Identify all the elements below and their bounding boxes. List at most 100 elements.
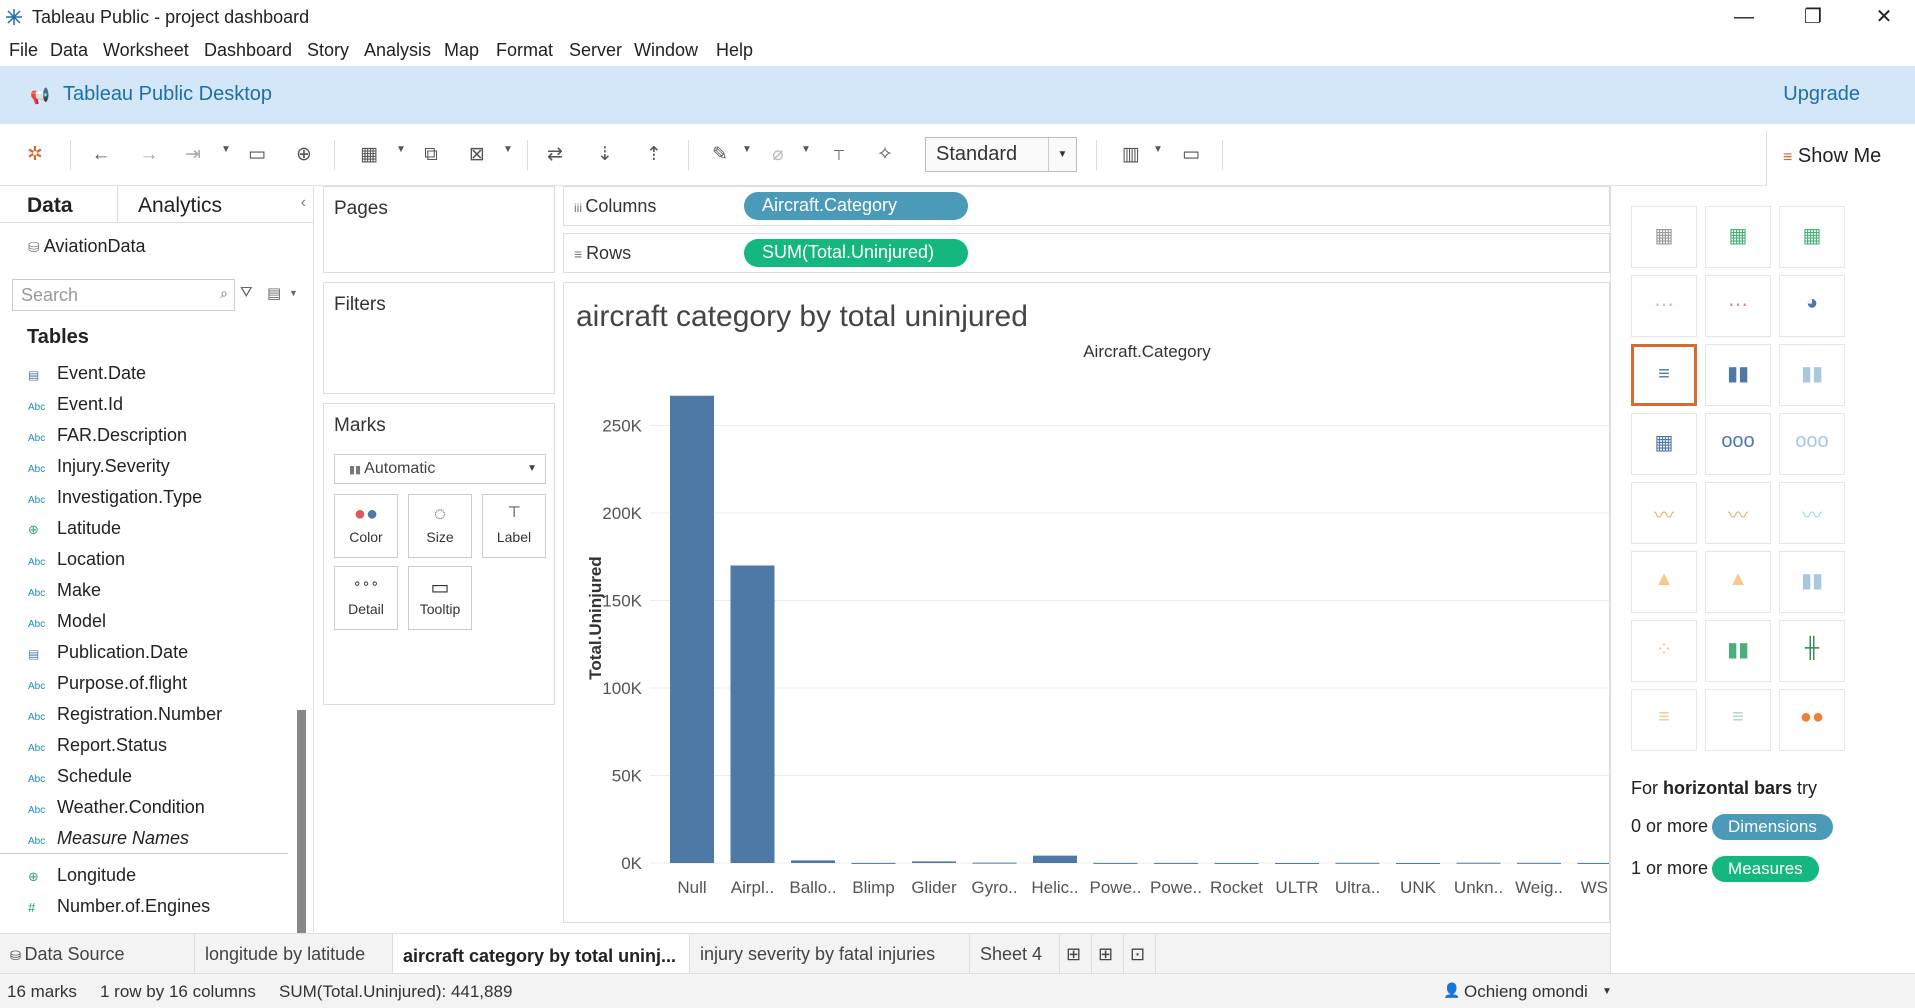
chevron-down-icon[interactable]: ▼ [801,144,811,155]
chart-type-stacked-bars[interactable]: ▮▮ [1705,344,1771,406]
rows-shelf[interactable]: ≡ Rows SUM(Total.Uninjured) [563,233,1610,273]
field-item[interactable]: Abc Registration.Number [28,704,222,732]
chart-type-bullet-graph[interactable]: ≡ [1705,689,1771,751]
chart-type-treemap[interactable]: ▦ [1631,413,1697,475]
field-item[interactable]: ⊕ Latitude [28,518,121,546]
fit-select[interactable]: Standard ▼ [925,137,1077,172]
highlight-icon[interactable]: ✎ [707,142,733,168]
menu-file[interactable]: File [9,40,38,61]
sort-descending-icon[interactable]: ⇡ [641,142,667,168]
tab-injury-severity[interactable]: injury severity by fatal injuries [690,934,970,974]
field-item[interactable]: Abc Schedule [28,766,132,794]
field-item[interactable]: Abc Weather.Condition [28,797,205,825]
chevron-down-icon[interactable]: ▼ [1602,986,1612,997]
undo-icon[interactable]: ← [88,142,114,168]
new-story-icon[interactable]: ⊡ [1124,934,1156,974]
swap-icon[interactable]: ⇄ [542,142,568,168]
duplicate-sheet-icon[interactable]: ⧉ [418,142,444,168]
datasource-item[interactable]: ⛁ AviationData [28,236,145,257]
field-item[interactable]: Abc FAR.Description [28,425,187,453]
restore-icon[interactable]: ❐ [1793,4,1833,30]
presentation-icon[interactable]: ▭ [1178,142,1204,168]
label-button[interactable]: ⊤ Label [482,494,546,558]
view-options-icon[interactable]: ▤ [267,284,281,302]
field-item[interactable]: Abc Location [28,549,125,577]
size-button[interactable]: ◌ Size [408,494,472,558]
chart-type-dual-combination[interactable]: ▮▮ [1779,551,1845,613]
color-button[interactable]: ●● Color [334,494,398,558]
field-item[interactable]: # Number.of.Engines [28,896,210,924]
field-item[interactable]: ▤ Event.Date [28,363,146,391]
chart-type-continuous-lines[interactable]: 〰 [1631,482,1697,544]
group-icon[interactable]: ⌀ [765,142,791,168]
chart-type-scatter-plot[interactable]: ⁘ [1631,620,1697,682]
chart-type-histogram[interactable]: ▮▮ [1705,620,1771,682]
tab-analytics[interactable]: Analytics [138,194,222,218]
chevron-down-icon[interactable]: ▼ [503,144,513,155]
show-labels-icon[interactable]: ⊤ [826,142,852,168]
chart-type-box-whisker[interactable]: ╫ [1779,620,1845,682]
menu-format[interactable]: Format [496,40,553,61]
tab-sheet-4[interactable]: Sheet 4 [970,934,1060,974]
sort-ascending-icon[interactable]: ⇣ [592,142,618,168]
chart-type-area-continuous[interactable]: ▲ [1631,551,1697,613]
detail-button[interactable]: ∘∘∘ Detail [334,566,398,630]
chart-type-discrete-lines[interactable]: 〰 [1705,482,1771,544]
chart-type-filled-map[interactable]: ⋯ [1705,275,1771,337]
menu-analysis[interactable]: Analysis [364,40,431,61]
tab-data-source[interactable]: ⛁ Data Source [0,934,195,974]
chart-type-symbol-map[interactable]: ⋯ [1631,275,1697,337]
minimize-icon[interactable]: — [1724,4,1764,30]
chart-type-side-by-side-bars[interactable]: ▮▮ [1779,344,1845,406]
columns-shelf[interactable]: iii Columns Aircraft.Category [563,186,1610,226]
chevron-down-icon[interactable]: ▼ [221,144,231,155]
collapse-icon[interactable]: ‹ [301,194,306,212]
chevron-down-icon[interactable]: ▼ [289,288,298,298]
menu-worksheet[interactable]: Worksheet [103,40,189,61]
columns-pill[interactable]: Aircraft.Category [744,192,968,220]
close-icon[interactable]: ✕ [1864,4,1904,30]
tab-data[interactable]: Data [0,186,118,223]
menu-dashboard[interactable]: Dashboard [204,40,292,61]
user-name[interactable]: Ochieng omondi [1464,982,1588,1002]
rows-pill[interactable]: SUM(Total.Uninjured) [744,239,968,267]
chart-type-dual-lines[interactable]: 〰 [1779,482,1845,544]
field-item[interactable]: Abc Injury.Severity [28,456,170,484]
tableau-home-icon[interactable]: ✲ [22,142,48,168]
menu-help[interactable]: Help [716,40,753,61]
field-item[interactable]: Abc Model [28,611,106,639]
new-datasource-icon[interactable]: ⊕ [291,142,317,168]
upgrade-link[interactable]: Upgrade [1783,83,1860,106]
tooltip-button[interactable]: ▭ Tooltip [408,566,472,630]
chevron-down-icon[interactable]: ▼ [1153,144,1163,155]
search-input[interactable]: Search ⌕ [12,279,235,311]
field-item[interactable]: ⊕ Longitude [28,865,136,893]
chart-type-heat-map[interactable]: ▦ [1705,206,1771,268]
menu-story[interactable]: Story [307,40,349,61]
field-item[interactable]: Abc Event.Id [28,394,123,422]
filter-icon[interactable]: ⛛ [240,284,253,301]
chart-type-horizontal-bars[interactable]: ≡ [1631,344,1697,406]
chart-type-circle-views[interactable]: ooo [1705,413,1771,475]
menu-server[interactable]: Server [569,40,622,61]
pin-icon[interactable]: ✧ [872,142,898,168]
filters-card[interactable]: Filters [323,282,555,394]
chart-type-packed-bubbles[interactable]: ●● [1779,689,1845,751]
chevron-down-icon[interactable]: ▼ [742,144,752,155]
redo-icon[interactable]: → [136,142,162,168]
tab-aircraft-category[interactable]: aircraft category by total uninj... [393,934,690,974]
chart-type-text-table[interactable]: ▦ [1631,206,1697,268]
field-item[interactable]: ▤ Publication.Date [28,642,188,670]
menu-window[interactable]: Window [634,40,698,61]
new-sheet-icon[interactable]: ▦ [356,142,382,168]
chart-type-area-discrete[interactable]: ▲ [1705,551,1771,613]
chart-type-gantt[interactable]: ≡ [1631,689,1697,751]
field-item[interactable]: Abc Investigation.Type [28,487,202,515]
clear-sheet-icon[interactable]: ⊠ [464,142,490,168]
chevron-down-icon[interactable]: ▼ [396,144,406,155]
tab-longitude-by-latitude[interactable]: longitude by latitude [195,934,393,974]
mark-type-select[interactable]: ▮▮ Automatic ▼ [334,454,546,484]
field-item[interactable]: Abc Purpose.of.flight [28,673,187,701]
new-dashboard-icon[interactable]: ⊞ [1092,934,1124,974]
new-worksheet-icon[interactable]: ⊞ [1060,934,1092,974]
